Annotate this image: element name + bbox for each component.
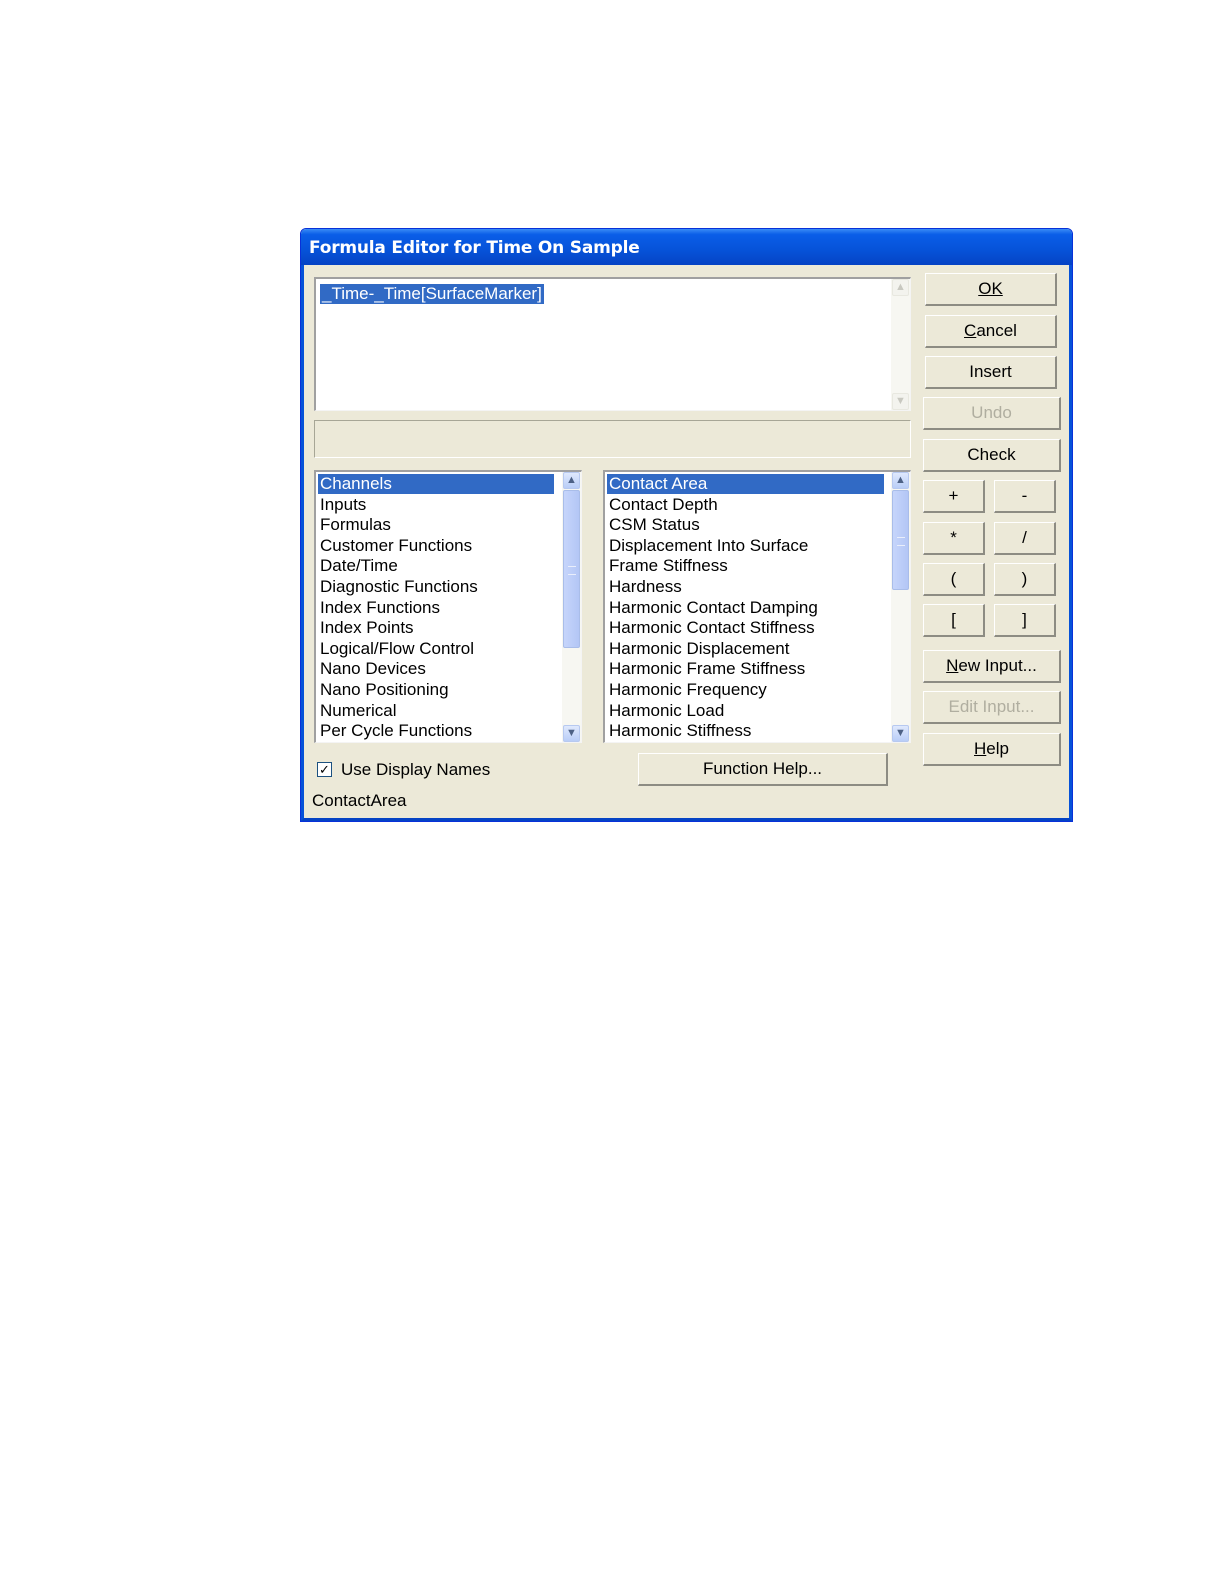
list-item[interactable]: Contact Area — [607, 474, 884, 494]
channel-scrollbar[interactable]: ▲ ▼ — [891, 472, 910, 742]
list-item[interactable]: Hardness — [607, 577, 682, 597]
minus-button[interactable]: - — [994, 480, 1056, 513]
formula-text[interactable]: _Time-_Time[SurfaceMarker] — [320, 284, 544, 304]
list-item[interactable]: Displacement Into Surface — [607, 536, 808, 556]
chevron-up-icon[interactable]: ▲ — [563, 472, 580, 489]
selected-item-status: ContactArea — [312, 791, 407, 810]
list-item[interactable]: Date/Time — [318, 556, 398, 576]
list-item[interactable]: Nano Devices — [318, 659, 426, 679]
edit-input-button[interactable]: Edit Input... — [923, 691, 1061, 724]
window-title: Formula Editor for Time On Sample — [309, 238, 640, 258]
multiply-button[interactable]: * — [923, 522, 985, 555]
help-rest: elp — [986, 739, 1009, 758]
category-list[interactable]: Channels Inputs Formulas Customer Functi… — [314, 470, 582, 743]
category-scrollbar[interactable]: ▲ ▼ — [562, 472, 581, 742]
new-input-mnemonic: N — [946, 656, 959, 675]
undo-button[interactable]: Undo — [923, 397, 1061, 430]
title-bar[interactable]: Formula Editor for Time On Sample — [301, 229, 1072, 265]
list-item[interactable]: Harmonic Load — [607, 701, 724, 721]
formula-scrollbar[interactable]: ▲ ▼ — [891, 279, 910, 410]
checkmark-icon: ✓ — [319, 762, 330, 777]
formula-editor-box[interactable]: _Time-_Time[SurfaceMarker] ▲ ▼ — [314, 277, 911, 411]
list-item[interactable]: Contact Depth — [607, 495, 718, 515]
cancel-mnemonic: C — [964, 321, 977, 340]
list-item[interactable]: Harmonic Contact Damping — [607, 598, 818, 618]
list-item[interactable]: Harmonic Contact Stiffness — [607, 618, 815, 638]
open-bracket-button[interactable]: [ — [923, 604, 985, 637]
plus-button[interactable]: + — [923, 480, 985, 513]
list-item[interactable]: Index Functions — [318, 598, 440, 618]
list-item[interactable]: Per Cycle Functions — [318, 721, 472, 741]
list-item[interactable]: Harmonic Frame Stiffness — [607, 659, 805, 679]
scroll-thumb[interactable] — [563, 490, 580, 648]
list-item[interactable]: Channels — [318, 474, 554, 494]
check-button[interactable]: Check — [923, 439, 1061, 472]
insert-button[interactable]: Insert — [925, 356, 1057, 389]
close-bracket-button[interactable]: ] — [994, 604, 1056, 637]
new-input-button[interactable]: New Input... — [923, 650, 1061, 683]
chevron-down-icon[interactable]: ▼ — [892, 725, 909, 742]
channel-list[interactable]: Contact Area Contact Depth CSM Status Di… — [603, 470, 911, 743]
list-item[interactable]: Customer Functions — [318, 536, 472, 556]
chevron-down-icon[interactable]: ▼ — [563, 725, 580, 742]
chevron-up-icon[interactable]: ▲ — [892, 279, 909, 296]
ok-button[interactable]: OK — [925, 273, 1057, 306]
chevron-up-icon[interactable]: ▲ — [892, 472, 909, 489]
chevron-down-icon[interactable]: ▼ — [892, 393, 909, 410]
list-item[interactable]: CSM Status — [607, 515, 700, 535]
list-item[interactable]: Logical/Flow Control — [318, 639, 474, 659]
use-display-names-checkbox[interactable]: ✓ — [317, 762, 332, 777]
list-item[interactable]: Diagnostic Functions — [318, 577, 478, 597]
list-item[interactable]: Formulas — [318, 515, 391, 535]
list-item[interactable]: Harmonic Displacement — [607, 639, 789, 659]
function-help-button[interactable]: Function Help... — [638, 753, 888, 786]
list-item[interactable]: Frame Stiffness — [607, 556, 728, 576]
ok-button-label: OK — [978, 279, 1003, 298]
divide-button[interactable]: / — [994, 522, 1056, 555]
close-paren-button[interactable]: ) — [994, 563, 1056, 596]
scroll-thumb[interactable] — [892, 490, 909, 590]
help-button[interactable]: Help — [923, 733, 1061, 766]
new-input-rest: ew Input... — [958, 656, 1037, 675]
cancel-rest: ancel — [976, 321, 1017, 340]
list-item[interactable]: Harmonic Frequency — [607, 680, 767, 700]
list-item[interactable]: Nano Positioning — [318, 680, 449, 700]
cancel-button[interactable]: Cancel — [925, 315, 1057, 348]
open-paren-button[interactable]: ( — [923, 563, 985, 596]
list-item[interactable]: Numerical — [318, 701, 397, 721]
list-item[interactable]: Harmonic Stiffness — [607, 721, 751, 741]
list-item[interactable]: Inputs — [318, 495, 366, 515]
use-display-names-label[interactable]: Use Display Names — [341, 760, 490, 780]
formula-message-field — [314, 420, 911, 458]
formula-editor-dialog: Formula Editor for Time On Sample _Time-… — [300, 228, 1073, 822]
list-item[interactable]: Index Points — [318, 618, 414, 638]
help-mnemonic: H — [974, 739, 987, 758]
